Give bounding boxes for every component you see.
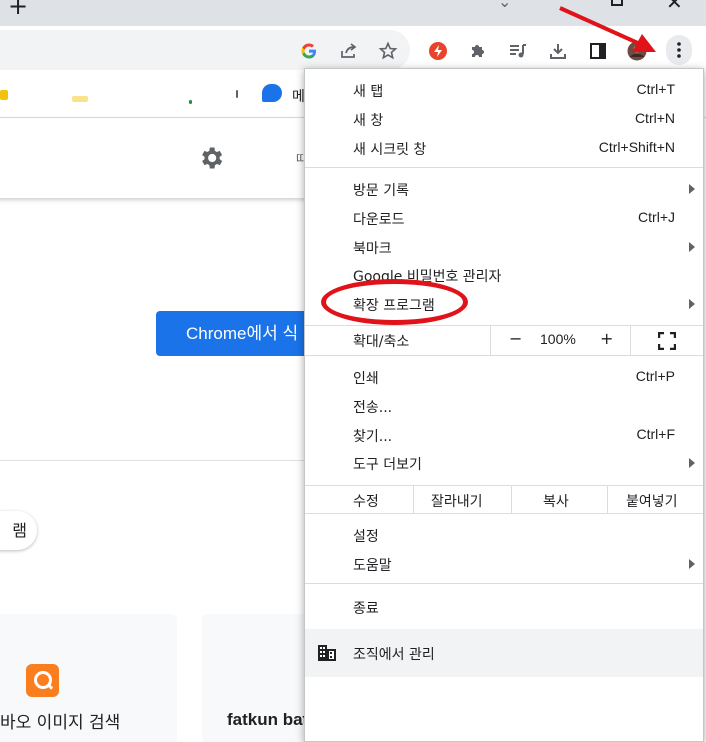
managed-by-org-row[interactable]: 조직에서 관리 [305, 629, 703, 677]
annotation-arrow-icon [559, 6, 656, 52]
edit-divider [413, 486, 414, 513]
menu-item-bookmarks[interactable]: 북마크 [305, 232, 703, 261]
menu-item-label: 방문 기록 [353, 183, 409, 199]
messages-icon[interactable] [262, 84, 282, 102]
extension-card-title[interactable]: 바오 이미지 검색 [0, 708, 120, 733]
bookmark-star-icon[interactable] [377, 40, 399, 62]
menu-item-label: 북마크 [353, 241, 392, 257]
zoom-row: 확대/축소 − 100% + [305, 326, 703, 355]
edit-divider [511, 486, 512, 513]
menu-item-shortcut: Ctrl+Shift+N [598, 139, 675, 155]
menu-separator [305, 167, 703, 168]
menu-item-settings[interactable]: 설정 [305, 520, 703, 549]
menu-item-label: 도움말 [353, 558, 392, 574]
bookmark-favicon[interactable] [189, 100, 192, 104]
header-card [0, 118, 330, 198]
menu-item-downloads[interactable]: 다운로드 Ctrl+J [305, 203, 703, 232]
menu-item-label: 새 시크릿 창 [353, 142, 427, 158]
menu-item-label: 종료 [353, 601, 379, 617]
bookmark-favicon[interactable] [0, 90, 8, 100]
extension-red-icon[interactable] [427, 40, 449, 62]
highlight-ellipse [321, 279, 468, 325]
building-icon [318, 645, 336, 661]
menu-separator [305, 513, 703, 514]
menu-item-shortcut: Ctrl+N [634, 110, 675, 126]
zoom-divider [490, 326, 491, 355]
close-window-button[interactable]: ✕ [666, 0, 683, 14]
menu-item-label: 찾기... [353, 429, 393, 445]
fullscreen-icon[interactable] [658, 332, 676, 350]
edit-divider [607, 486, 608, 513]
menu-item-label: 전송... [353, 400, 393, 416]
submenu-arrow-icon [689, 184, 695, 194]
submenu-arrow-icon [689, 458, 695, 468]
managed-by-org-label: 조직에서 관리 [353, 647, 435, 663]
menu-item-shortcut: Ctrl+J [638, 209, 675, 225]
chrome-main-menu: 새 탭 Ctrl+T 새 창 Ctrl+N 새 시크릿 창 Ctrl+Shift… [304, 68, 704, 742]
menu-item-find[interactable]: 찾기... Ctrl+F [305, 420, 703, 449]
menu-item-label: 인쇄 [353, 371, 379, 387]
menu-item-new-incognito[interactable]: 새 시크릿 창 Ctrl+Shift+N [305, 133, 703, 162]
zoom-divider [630, 326, 631, 355]
submenu-arrow-icon [689, 559, 695, 569]
google-g-icon[interactable] [298, 40, 320, 62]
media-queue-icon[interactable] [507, 40, 529, 62]
pill-button[interactable]: 램 [0, 511, 37, 550]
menu-separator [305, 583, 703, 584]
paste-button[interactable]: 붙여넣기 [626, 491, 678, 511]
bookmark-favicon[interactable] [72, 96, 88, 102]
tab-search-chevron-icon[interactable]: ⌄ [498, 0, 511, 11]
menu-separator [305, 355, 703, 356]
divider [0, 460, 304, 461]
search-icon [26, 664, 59, 697]
more-menu-icon[interactable] [666, 35, 692, 65]
edit-row: 수정 잘라내기 복사 붙여넣기 [305, 486, 703, 513]
menu-item-history[interactable]: 방문 기록 [305, 174, 703, 203]
submenu-arrow-icon [689, 242, 695, 252]
menu-item-more-tools[interactable]: 도구 더보기 [305, 448, 703, 477]
menu-item-help[interactable]: 도움말 [305, 549, 703, 578]
zoom-level: 100% [540, 331, 576, 347]
menu-item-shortcut: Ctrl+T [636, 81, 676, 97]
menu-item-label: 다운로드 [353, 212, 405, 228]
puzzle-icon[interactable] [467, 40, 489, 62]
new-tab-button[interactable]: + [8, 0, 28, 18]
menu-item-label: 새 창 [353, 113, 384, 129]
bookmark-label[interactable]: 메 [292, 86, 305, 106]
menu-item-label: 설정 [353, 529, 379, 545]
cut-button[interactable]: 잘라내기 [431, 491, 483, 511]
menu-item-shortcut: Ctrl+P [635, 368, 675, 384]
menu-item-shortcut: Ctrl+F [636, 426, 676, 442]
menu-item-cast[interactable]: 전송... [305, 391, 703, 420]
gear-icon[interactable] [197, 144, 225, 172]
menu-item-print[interactable]: 인쇄 Ctrl+P [305, 362, 703, 391]
menu-item-exit[interactable]: 종료 [305, 592, 703, 621]
copy-button[interactable]: 복사 [543, 491, 569, 511]
zoom-in-button[interactable]: + [600, 329, 613, 348]
share-icon[interactable] [338, 40, 360, 62]
bookmark-favicon[interactable] [236, 90, 238, 98]
zoom-out-button[interactable]: − [509, 329, 522, 348]
menu-item-label: 새 탭 [353, 84, 384, 100]
submenu-arrow-icon [689, 299, 695, 309]
menu-item-label: 도구 더보기 [353, 457, 422, 473]
menu-item-new-window[interactable]: 새 창 Ctrl+N [305, 104, 703, 133]
edit-label: 수정 [353, 494, 379, 510]
chrome-web-store-button[interactable]: Chrome에서 식 [156, 311, 326, 356]
zoom-label: 확대/축소 [353, 334, 410, 350]
menu-item-new-tab[interactable]: 새 탭 Ctrl+T [305, 75, 703, 104]
